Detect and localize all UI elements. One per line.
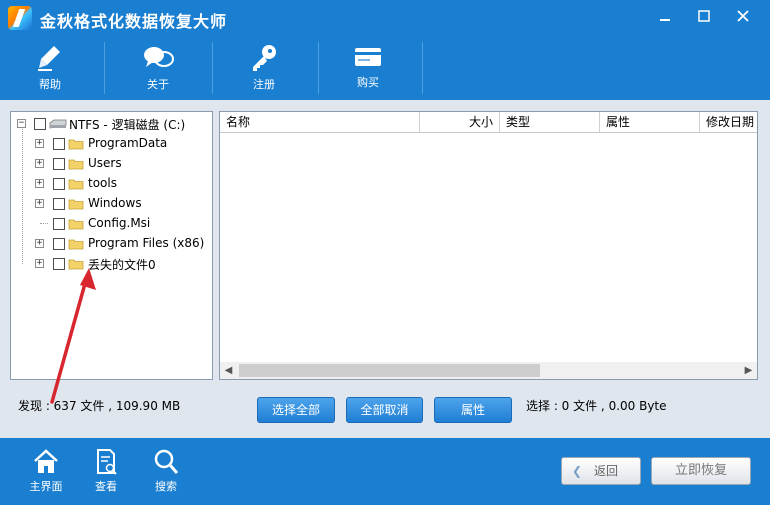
maximize-icon	[698, 10, 710, 22]
tree-item-windows[interactable]: + Windows	[11, 194, 211, 214]
scroll-left-arrow-icon[interactable]: ◀	[220, 362, 237, 379]
tree-item-program-files-x86[interactable]: + Program Files (x86)	[11, 234, 211, 254]
horizontal-scrollbar[interactable]: ◀ ▶	[220, 362, 757, 379]
toolbar-buy-button[interactable]: 购买	[318, 36, 418, 100]
minimize-icon	[660, 19, 670, 21]
chevron-left-icon: ❮	[572, 464, 583, 478]
app-logo-icon	[8, 6, 32, 30]
folder-icon	[68, 139, 84, 150]
tree-expand-toggle[interactable]: +	[35, 179, 44, 188]
tree-root-checkbox[interactable]	[34, 118, 46, 130]
pen-icon	[38, 46, 60, 71]
tree-item-label: Config.Msi	[88, 216, 151, 230]
folder-icon	[68, 159, 84, 170]
scrollbar-thumb[interactable]	[239, 364, 540, 377]
tree-root-row[interactable]: − NTFS - 逻辑磁盘 (C:)	[11, 114, 211, 134]
column-header-type[interactable]: 类型	[500, 112, 600, 133]
home-icon	[34, 449, 58, 473]
back-button[interactable]: ❮ 返回	[561, 457, 641, 485]
column-header-name[interactable]: 名称	[220, 112, 420, 133]
window-title: 金秋格式化数据恢复大师	[40, 12, 228, 31]
tree-item-config-msi[interactable]: Config.Msi	[11, 214, 211, 234]
folder-icon	[68, 179, 84, 190]
tree-item-label: tools	[88, 176, 117, 190]
tree-item-programdata[interactable]: + ProgramData	[11, 134, 211, 154]
tree-item-label: ProgramData	[88, 136, 168, 150]
tree-item-checkbox[interactable]	[53, 178, 65, 190]
search-icon	[154, 449, 179, 474]
recover-now-button[interactable]: 立即恢复	[651, 457, 751, 485]
tree-expand-toggle[interactable]: +	[35, 199, 44, 208]
folder-icon	[68, 219, 84, 230]
tree-expand-toggle[interactable]: +	[35, 259, 44, 268]
toolbar-separator	[104, 42, 105, 94]
tree-item-checkbox[interactable]	[53, 238, 65, 250]
toolbar-separator	[422, 42, 423, 94]
toolbar-separator	[212, 42, 213, 94]
column-header-modified-date[interactable]: 修改日期	[700, 112, 757, 133]
tree-item-checkbox[interactable]	[53, 138, 65, 150]
tree-item-label: Program Files (x86)	[88, 236, 205, 250]
folder-icon	[68, 239, 84, 250]
properties-button[interactable]: 属性	[434, 397, 512, 423]
toolbar-help-button[interactable]: 帮助	[0, 36, 100, 100]
tree-expand-toggle[interactable]: +	[35, 239, 44, 248]
tree-item-label: Users	[88, 156, 122, 170]
drive-icon	[49, 119, 67, 129]
tree-collapse-toggle[interactable]: −	[17, 119, 26, 128]
main-toolbar: 帮助 关于 注册 购买	[0, 36, 770, 100]
nav-home-label: 主界面	[29, 480, 63, 493]
tree-item-checkbox[interactable]	[53, 158, 65, 170]
close-icon	[737, 10, 749, 22]
nav-view-button[interactable]: 查看	[76, 438, 136, 505]
toolbar-register-button[interactable]: 注册	[214, 36, 314, 100]
tree-item-users[interactable]: + Users	[11, 154, 211, 174]
back-button-label: 返回	[594, 464, 619, 478]
deselect-all-button[interactable]: 全部取消	[346, 397, 423, 423]
file-list[interactable]: 名称 大小 类型 属性 修改日期 ◀ ▶	[219, 111, 758, 380]
maximize-button[interactable]	[690, 4, 718, 28]
tree-item-checkbox[interactable]	[53, 218, 65, 230]
tree-root-label: NTFS - 逻辑磁盘 (C:)	[69, 118, 186, 132]
nav-home-button[interactable]: 主界面	[16, 438, 76, 505]
toolbar-help-label: 帮助	[39, 78, 61, 91]
toolbar-buy-label: 购买	[357, 76, 379, 89]
tree-item-tools[interactable]: + tools	[11, 174, 211, 194]
select-all-button[interactable]: 选择全部	[257, 397, 335, 423]
toolbar-register-label: 注册	[253, 78, 275, 91]
title-bar: 金秋格式化数据恢复大师	[0, 0, 770, 36]
scroll-right-arrow-icon[interactable]: ▶	[740, 362, 757, 379]
tree-connector-line	[40, 214, 48, 224]
close-button[interactable]	[729, 4, 757, 28]
chat-bubbles-icon	[144, 47, 174, 67]
found-files-status: 发现 : 637 文件 , 109.90 MB	[18, 399, 181, 413]
column-header-size[interactable]: 大小	[420, 112, 500, 133]
folder-icon	[68, 259, 84, 270]
toolbar-about-label: 关于	[147, 78, 169, 91]
selected-files-status: 选择 : 0 文件 , 0.00 Byte	[526, 399, 667, 413]
key-icon	[253, 45, 276, 71]
file-list-header: 名称 大小 类型 属性 修改日期	[220, 112, 757, 133]
tree-item-label: 丢失的文件0	[88, 258, 156, 272]
tree-expand-toggle[interactable]: +	[35, 159, 44, 168]
nav-view-label: 查看	[95, 480, 117, 493]
folder-icon	[68, 199, 84, 210]
nav-search-button[interactable]: 搜索	[136, 438, 196, 505]
card-icon	[355, 48, 381, 66]
document-view-icon	[97, 449, 117, 475]
tree-item-checkbox[interactable]	[53, 258, 65, 270]
column-header-attributes[interactable]: 属性	[600, 112, 700, 133]
nav-search-label: 搜索	[155, 480, 177, 493]
tree-item-checkbox[interactable]	[53, 198, 65, 210]
tree-item-lost-files[interactable]: + 丢失的文件0	[11, 254, 211, 274]
folder-tree[interactable]: − NTFS - 逻辑磁盘 (C:) + ProgramData + Users…	[10, 111, 213, 380]
tree-expand-toggle[interactable]: +	[35, 139, 44, 148]
minimize-button[interactable]	[651, 4, 679, 28]
tree-item-label: Windows	[88, 196, 142, 210]
toolbar-about-button[interactable]: 关于	[108, 36, 208, 100]
